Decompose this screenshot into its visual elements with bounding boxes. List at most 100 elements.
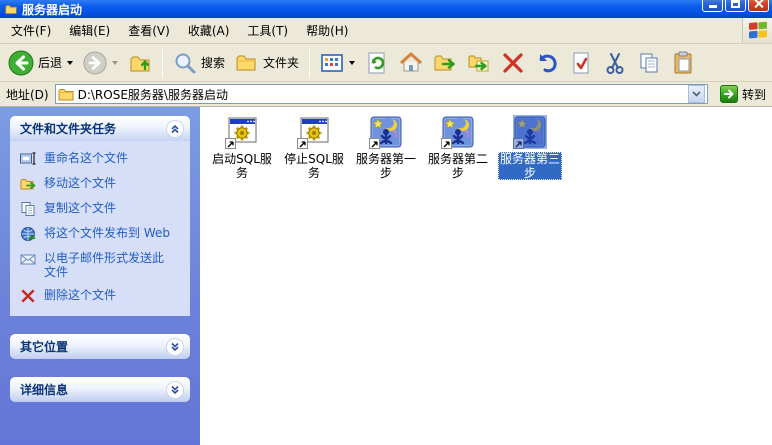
task-label: 将这个文件发布到 Web (44, 226, 170, 240)
file-item-server-step3[interactable]: 服务器第三 步 (494, 115, 566, 180)
content-area: 文件和文件夹任务 重命名这个文件 (0, 107, 772, 445)
task-label: 移动这个文件 (44, 176, 116, 190)
delete-icon (20, 288, 37, 304)
move-icon (20, 176, 37, 192)
batch-shortcut-icon (297, 115, 331, 149)
go-button[interactable]: 转到 (714, 85, 770, 103)
shortcut-arrow-icon (513, 138, 524, 149)
menu-help[interactable]: 帮助(H) (297, 19, 357, 42)
shortcut-arrow-icon (369, 138, 380, 149)
undo-icon (535, 51, 559, 75)
task-rename-file[interactable]: 重命名这个文件 (20, 151, 186, 167)
email-icon (20, 251, 37, 267)
menu-edit[interactable]: 编辑(E) (60, 19, 119, 42)
rose-shortcut-icon (513, 115, 547, 149)
task-publish-file-web[interactable]: 将这个文件发布到 Web (20, 226, 186, 242)
shortcut-arrow-icon (297, 138, 308, 149)
views-button[interactable] (316, 49, 359, 77)
back-label: 后退 (38, 54, 62, 71)
chevron-up-icon[interactable] (166, 120, 184, 138)
panel-file-tasks: 文件和文件夹任务 重命名这个文件 (10, 116, 190, 316)
file-item-start-sql[interactable]: 启动SQL服务 (206, 115, 278, 180)
search-icon (173, 51, 197, 75)
search-button[interactable]: 搜索 (169, 49, 229, 77)
explorer-window: 服务器启动 文件(F) 编辑(E) 查看(V) 收藏(A) 工具(T) 帮助(H… (0, 0, 772, 445)
task-label: 删除这个文件 (44, 288, 116, 302)
up-icon (128, 51, 152, 75)
document-check-icon (569, 51, 593, 75)
batch-shortcut-icon (225, 115, 259, 149)
refresh-button[interactable] (361, 49, 393, 77)
menu-bar: 文件(F) 编辑(E) 查看(V) 收藏(A) 工具(T) 帮助(H) (0, 18, 772, 44)
address-value: D:\ROSE服务器\服务器启动 (78, 86, 228, 103)
delete-icon (501, 51, 525, 75)
views-dropdown-caret[interactable] (349, 61, 355, 65)
delete-button[interactable] (497, 49, 529, 77)
copy-to-button[interactable] (463, 49, 495, 77)
panel-title: 其它位置 (20, 338, 68, 355)
panel-title: 详细信息 (20, 381, 68, 398)
views-icon (320, 51, 344, 75)
cut-icon (603, 51, 627, 75)
maximize-button[interactable] (725, 0, 746, 12)
toolbar-separator (162, 48, 163, 78)
shortcut-arrow-icon (441, 138, 452, 149)
panel-details: 详细信息 (10, 377, 190, 402)
task-email-file[interactable]: 以电子邮件形式发送此 文件 (20, 251, 186, 279)
task-delete-file[interactable]: 删除这个文件 (20, 288, 186, 304)
properties-button[interactable] (565, 49, 597, 77)
menu-favorites[interactable]: 收藏(A) (179, 19, 239, 42)
address-label: 地址(D) (6, 86, 49, 103)
menu-tools[interactable]: 工具(T) (238, 19, 297, 42)
folders-icon (235, 51, 259, 75)
refresh-icon (365, 51, 389, 75)
move-to-button[interactable] (429, 49, 461, 77)
file-item-stop-sql[interactable]: 停止SQL服务 (278, 115, 350, 180)
folders-label: 文件夹 (263, 54, 299, 71)
close-button[interactable] (748, 0, 769, 12)
folder-icon (4, 3, 18, 15)
menu-file[interactable]: 文件(F) (2, 19, 60, 42)
copy-button[interactable] (633, 49, 665, 77)
title-bar: 服务器启动 (0, 0, 772, 18)
file-item-server-step1[interactable]: 服务器第一 步 (350, 115, 422, 180)
go-label: 转到 (742, 86, 766, 103)
task-pane-sidebar: 文件和文件夹任务 重命名这个文件 (0, 107, 200, 445)
back-dropdown-caret[interactable] (67, 61, 73, 65)
toolbar: 后退 搜索 (0, 44, 772, 82)
folder-icon (58, 86, 74, 102)
back-icon (8, 50, 34, 76)
paste-icon (671, 51, 695, 75)
back-button[interactable]: 后退 (4, 48, 77, 78)
undo-button[interactable] (531, 49, 563, 77)
move-to-icon (433, 51, 457, 75)
file-label: 服务器第三 步 (498, 152, 562, 180)
folders-button[interactable]: 文件夹 (231, 49, 303, 77)
menu-view[interactable]: 查看(V) (119, 19, 179, 42)
address-dropdown-button[interactable] (688, 85, 705, 103)
panel-file-tasks-header[interactable]: 文件和文件夹任务 (10, 116, 190, 141)
windows-logo (742, 18, 772, 43)
rose-shortcut-icon (441, 115, 475, 149)
panel-details-header[interactable]: 详细信息 (10, 377, 190, 402)
file-item-server-step2[interactable]: 服务器第二 步 (422, 115, 494, 180)
file-label: 启动SQL服务 (206, 152, 278, 180)
file-label: 停止SQL服务 (278, 152, 350, 180)
cut-button[interactable] (599, 49, 631, 77)
panel-other-places-header[interactable]: 其它位置 (10, 334, 190, 359)
forward-dropdown-caret[interactable] (112, 61, 118, 65)
copy-to-icon (467, 51, 491, 75)
task-move-file[interactable]: 移动这个文件 (20, 176, 186, 192)
forward-button[interactable] (79, 49, 122, 77)
paste-button[interactable] (667, 49, 699, 77)
minimize-button[interactable] (702, 0, 723, 12)
chevron-down-icon[interactable] (166, 338, 184, 356)
up-button[interactable] (124, 49, 156, 77)
task-label: 重命名这个文件 (44, 151, 128, 165)
file-list: 启动SQL服务 停止SQL服务 (200, 107, 772, 445)
home-button[interactable] (395, 49, 427, 77)
panel-title: 文件和文件夹任务 (20, 120, 116, 137)
chevron-down-icon[interactable] (166, 381, 184, 399)
address-input[interactable]: D:\ROSE服务器\服务器启动 (55, 84, 708, 104)
task-copy-file[interactable]: 复制这个文件 (20, 201, 186, 217)
